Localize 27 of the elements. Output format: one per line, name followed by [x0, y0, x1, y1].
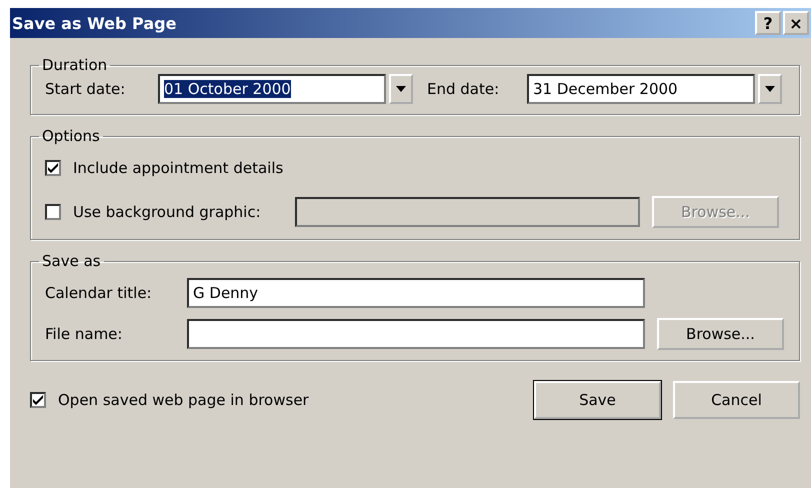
checkbox[interactable] — [45, 160, 61, 176]
dropdown-button[interactable] — [758, 74, 782, 104]
group-label: Options — [41, 127, 101, 145]
field-label: Calendar title: — [45, 284, 153, 302]
checkbox[interactable] — [45, 204, 61, 220]
close-button[interactable]: × — [783, 11, 809, 35]
group-label: Duration — [41, 56, 108, 74]
field-label: Start date: — [45, 80, 126, 98]
date-field[interactable]: 01 October 2000 — [158, 74, 386, 104]
checkbox[interactable] — [30, 392, 46, 408]
dropdown-button[interactable] — [389, 74, 413, 104]
checkbox-label: Use background graphic: — [73, 203, 262, 221]
cancel-button[interactable]: Cancel — [673, 381, 800, 419]
browse-button[interactable]: Browse... — [657, 318, 784, 350]
field-label: File name: — [45, 325, 124, 343]
caret-icon — [765, 86, 775, 92]
save-button[interactable]: Save — [534, 381, 661, 419]
field-label: End date: — [427, 80, 500, 98]
caret-icon — [396, 86, 406, 92]
window-title: Save as Web Page — [12, 14, 178, 32]
help-button[interactable]: ? — [755, 11, 781, 35]
group-label: Save as — [41, 252, 102, 270]
input-field[interactable]: G Denny — [187, 278, 645, 308]
checkbox-label: Open saved web page in browser — [58, 391, 309, 409]
input-field[interactable] — [187, 319, 645, 349]
date-field[interactable]: 31 December 2000 — [527, 74, 755, 104]
checkbox-label: Include appointment details — [73, 159, 284, 177]
